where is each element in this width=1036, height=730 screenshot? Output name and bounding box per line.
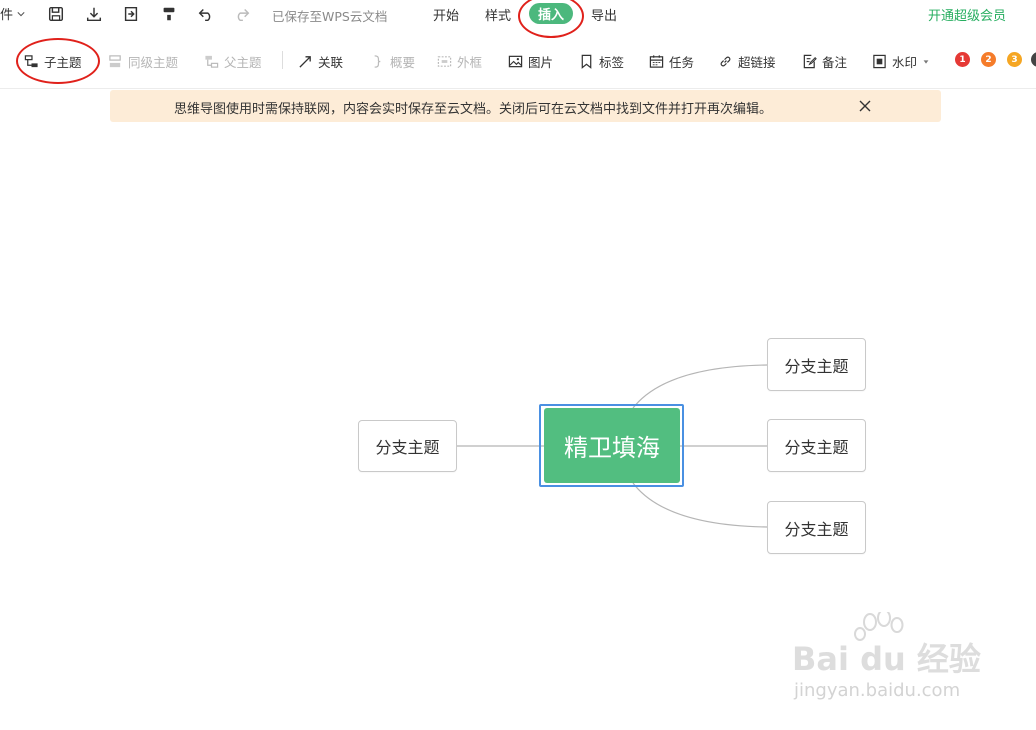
insert-toolbar: 子主题 同级主题 父主题 关联 概要 外框 图片 标签 任务 超链接 备注 水印 xyxy=(0,46,1036,76)
watermark-brand: Bai du 经验 xyxy=(792,640,981,678)
export-icon[interactable] xyxy=(121,4,141,24)
toolbar-separator xyxy=(282,51,283,69)
notice-text: 思维导图使用时需保持联网，内容会实时保存至云文档。关闭后可在云文档中找到文件并打… xyxy=(174,102,773,117)
save-status: 已保存至WPS云文档 xyxy=(272,9,388,24)
relation-label: 关联 xyxy=(318,55,344,70)
branch-topic-right-3[interactable]: 分支主题 xyxy=(767,501,866,554)
boundary-icon xyxy=(437,56,452,67)
boundary-label: 外框 xyxy=(457,55,483,70)
tag-label: 标签 xyxy=(599,55,625,70)
annotation-circle-insert-tab xyxy=(518,0,584,38)
sibling-topic-button[interactable]: 同级主题 xyxy=(108,52,178,71)
boundary-button[interactable]: 外框 xyxy=(437,52,482,71)
format-painter-icon[interactable] xyxy=(159,4,179,24)
tab-style[interactable]: 样式 xyxy=(485,5,511,24)
tab-start[interactable]: 开始 xyxy=(433,5,459,24)
link-icon xyxy=(720,56,731,67)
save-icon[interactable] xyxy=(46,4,66,24)
download-icon[interactable] xyxy=(84,4,104,24)
priority-2-badge[interactable]: 2 xyxy=(981,52,996,67)
parent-topic-button[interactable]: 父主题 xyxy=(204,52,262,71)
watermark-url: jingyan.baidu.com xyxy=(794,680,961,701)
watermark-button[interactable]: 水印 xyxy=(872,52,930,71)
tab-export[interactable]: 导出 xyxy=(591,5,617,24)
file-menu-label: 件 xyxy=(0,8,14,23)
bookmark-icon xyxy=(581,54,592,69)
annotation-circle-child-topic xyxy=(16,38,100,84)
relation-button[interactable]: 关联 xyxy=(298,52,343,71)
relation-arrow-icon xyxy=(299,56,311,68)
note-icon xyxy=(803,54,817,69)
hyperlink-button[interactable]: 超链接 xyxy=(718,52,776,71)
parent-topic-label: 父主题 xyxy=(224,55,262,70)
branch-topic-right-2[interactable]: 分支主题 xyxy=(767,419,866,472)
parent-topic-icon xyxy=(205,55,219,68)
redo-icon[interactable] xyxy=(232,4,252,24)
dropdown-caret-icon xyxy=(923,59,929,64)
undo-icon[interactable] xyxy=(196,4,216,24)
branch-topic-right-1[interactable]: 分支主题 xyxy=(767,338,866,391)
branch-topic-left[interactable]: 分支主题 xyxy=(358,420,457,472)
image-icon xyxy=(508,55,523,68)
watermark-label: 水印 xyxy=(892,55,918,70)
image-label: 图片 xyxy=(528,55,554,70)
toolbar-divider xyxy=(0,88,1036,89)
task-label: 任务 xyxy=(669,55,695,70)
calendar-icon xyxy=(649,55,664,68)
sibling-topic-label: 同级主题 xyxy=(128,55,179,70)
note-label: 备注 xyxy=(822,55,848,70)
close-icon[interactable] xyxy=(858,99,872,113)
priority-3-badge[interactable]: 3 xyxy=(1007,52,1022,67)
vip-upgrade-link[interactable]: 开通超级会员 xyxy=(928,5,1006,24)
hyperlink-label: 超链接 xyxy=(738,55,776,70)
priority-1-badge[interactable]: 1 xyxy=(955,52,970,67)
sibling-topic-icon xyxy=(109,55,121,68)
online-notice-banner: 思维导图使用时需保持联网，内容会实时保存至云文档。关闭后可在云文档中找到文件并打… xyxy=(110,90,941,122)
file-menu[interactable]: 件 xyxy=(0,4,25,23)
image-button[interactable]: 图片 xyxy=(508,52,553,71)
task-button[interactable]: 任务 xyxy=(649,52,694,71)
note-button[interactable]: 备注 xyxy=(802,52,847,71)
baidu-jingyan-watermark: Bai du 经验 jingyan.baidu.com xyxy=(790,612,990,712)
tag-button[interactable]: 标签 xyxy=(579,52,624,71)
central-topic[interactable]: 精卫填海 xyxy=(544,408,680,483)
summary-label: 概要 xyxy=(390,55,416,70)
chevron-down-icon xyxy=(17,11,25,16)
summary-button[interactable]: 概要 xyxy=(370,52,415,71)
watermark-icon xyxy=(873,54,886,69)
summary-brace-icon xyxy=(374,55,381,68)
